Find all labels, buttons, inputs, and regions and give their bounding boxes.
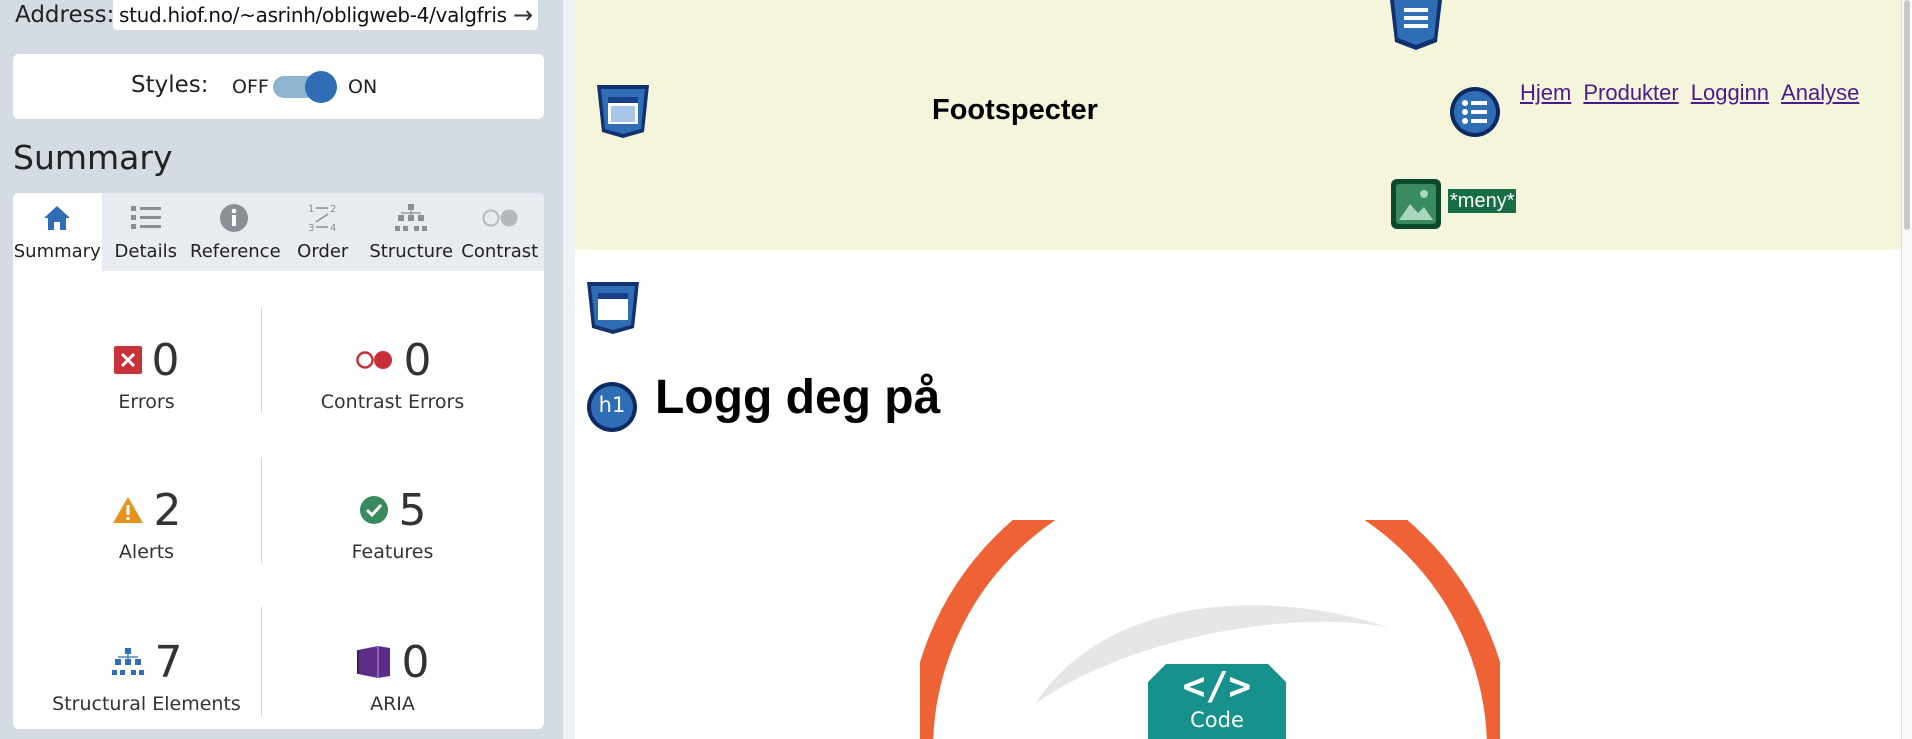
go-arrow-icon[interactable]: → [508,0,538,30]
errors-count: 0 [151,334,180,386]
styles-label: Styles: [131,72,209,98]
divider [261,607,262,717]
page-heading: Logg deg på [655,371,941,424]
svg-text:3: 3 [308,223,314,234]
address-value[interactable]: stud.hiof.no/~asrinh/obligweb-4/valgfris… [119,3,508,27]
tab-summary[interactable]: Summary [13,193,102,271]
structural-count: 7 [154,636,183,688]
analyzed-page: Footspecter Hjem Produkter Logginn Analy… [575,0,1912,739]
address-input[interactable]: stud.hiof.no/~asrinh/obligweb-4/valgfris… [113,0,538,30]
tab-order[interactable]: 1 2 3 4 Order [279,193,368,271]
divider [261,457,262,563]
main-region-icon[interactable] [585,280,641,336]
styles-off-label: OFF [232,76,269,98]
styles-toggle-switch[interactable] [273,71,337,103]
summary-heading: Summary [13,138,173,177]
feature-check-icon [359,496,388,524]
scrollbar-thumb[interactable] [1904,0,1910,230]
address-row: Address: [15,0,114,30]
wave-sidebar: Address: stud.hiof.no/~asrinh/obligweb-4… [0,0,563,739]
svg-text:4: 4 [330,223,336,234]
tab-contrast[interactable]: Contrast [456,193,545,271]
list-icon [102,201,191,235]
tab-label: Structure [369,241,454,262]
page-scrollbar[interactable] [1901,0,1912,739]
contrast-errors-stat[interactable]: 0 Contrast Errors [275,334,510,414]
features-count: 5 [398,484,427,536]
alert-icon [112,497,143,523]
image-alt-text: *meny* [1448,189,1517,213]
code-badge[interactable]: </> Code [1148,664,1286,739]
info-icon [190,201,279,235]
image-alt-icon[interactable] [1390,178,1442,230]
nav-link-hjem[interactable]: Hjem [1520,80,1571,106]
summary-card: Summary Details Reference 1 2 3 4 Order Str… [13,193,544,729]
panel-gutter [563,0,575,739]
svg-text:2: 2 [330,204,336,215]
structure-icon [367,201,456,235]
list-region-icon[interactable] [1449,86,1501,138]
alerts-label: Alerts [118,541,175,563]
aria-cube-icon [356,646,390,678]
tab-label: Reference [190,241,281,262]
tab-details[interactable]: Details [102,193,191,271]
site-nav: Hjem Produkter Logginn Analyse [1520,80,1859,106]
styles-on-label: ON [348,76,378,98]
styles-toggle-card: Styles: OFF ON [13,54,544,119]
code-badge-label: Code [1190,708,1244,732]
contrast-icon [456,201,545,235]
divider [261,307,262,413]
toggle-knob[interactable] [305,71,337,103]
code-icon: </> [1182,664,1252,708]
features-stat[interactable]: 5 Features [275,484,510,564]
aria-stat[interactable]: 0 ARIA [275,637,510,715]
home-icon [13,201,102,235]
contrast-error-icon [355,351,392,369]
contrast-errors-label: Contrast Errors [320,391,465,413]
tab-label: Details [114,241,177,262]
tab-label: Order [297,241,349,262]
svg-text:1: 1 [308,204,314,215]
tab-bar: Summary Details Reference 1 2 3 4 Order Str… [13,193,544,271]
header-region-icon[interactable] [594,82,652,140]
nav-link-analyse[interactable]: Analyse [1781,80,1859,106]
structure-blue-icon [111,648,144,675]
nav-link-produkter[interactable]: Produkter [1583,80,1678,106]
header-banner: Footspecter Hjem Produkter Logginn Analy… [575,0,1901,250]
address-label: Address: [15,2,115,28]
navigation-region-icon[interactable] [1388,0,1444,52]
errors-stat[interactable]: 0 Errors [29,335,264,413]
contrast-errors-count: 0 [403,334,432,386]
error-icon [113,346,142,374]
alerts-stat[interactable]: 2 Alerts [29,485,264,563]
nav-link-logginn[interactable]: Logginn [1691,80,1769,106]
h1-badge-label: h1 [598,393,626,417]
site-title: Footspecter [932,94,1098,126]
structural-elements-stat[interactable]: 7 Structural Elements [29,636,264,716]
structural-label: Structural Elements [52,693,241,715]
tab-label: Summary [13,241,101,262]
tab-structure[interactable]: Structure [367,193,456,271]
aria-count: 0 [401,636,430,688]
errors-label: Errors [118,391,175,413]
aria-label: ARIA [370,693,415,715]
h1-heading-icon[interactable]: h1 [586,381,638,433]
tab-label: Contrast [461,241,539,262]
order-icon: 1 2 3 4 [279,201,368,235]
tab-reference[interactable]: Reference [190,193,281,271]
features-label: Features [351,541,434,563]
alerts-count: 2 [153,484,182,536]
